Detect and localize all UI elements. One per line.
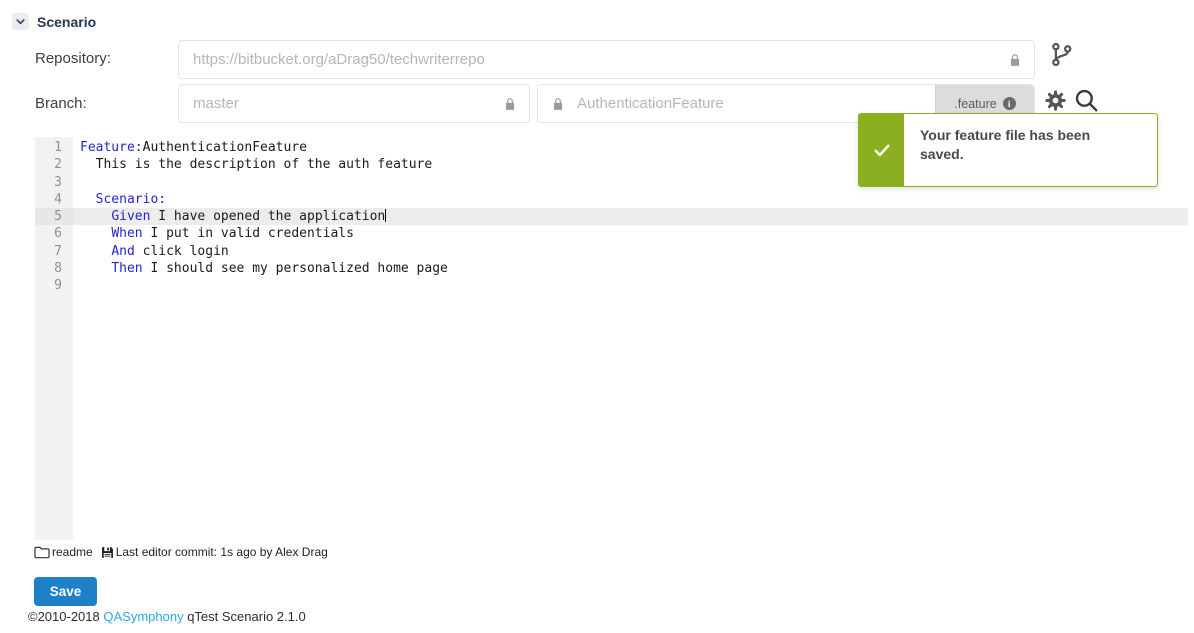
folder-icon <box>34 545 50 559</box>
floppy-icon <box>101 546 114 559</box>
code-text <box>80 192 96 207</box>
line-number: 3 <box>35 174 73 191</box>
text-cursor <box>385 209 386 222</box>
code-text <box>80 226 111 241</box>
last-commit-text: Last editor commit: 1s ago by Alex Drag <box>116 545 328 559</box>
code-line[interactable]: Given I have opened the application <box>73 208 1188 225</box>
line-number: 1 <box>35 139 73 156</box>
code-text <box>80 244 111 259</box>
git-branch-icon[interactable] <box>1048 41 1075 68</box>
code-line[interactable] <box>73 277 1188 294</box>
editor-line[interactable]: 4 Scenario: <box>35 191 1188 208</box>
gherkin-keyword: When <box>111 226 142 241</box>
editor-line[interactable]: 9 <box>35 277 1188 294</box>
code-text: AuthenticationFeature <box>143 140 307 155</box>
editor-status-line: readme Last editor commit: 1s ago by Ale… <box>34 545 328 559</box>
gherkin-keyword: Feature: <box>80 140 143 155</box>
branch-label: Branch: <box>35 95 87 112</box>
gherkin-keyword: Scenario: <box>96 192 166 207</box>
qasymphony-link[interactable]: QASymphony <box>103 609 183 624</box>
save-button[interactable]: Save <box>34 577 97 606</box>
check-icon <box>859 114 904 186</box>
gherkin-keyword: And <box>111 244 134 259</box>
code-editor[interactable]: 1 Feature:AuthenticationFeature 2 This is … <box>35 137 1188 540</box>
repository-input[interactable] <box>179 51 1034 68</box>
app-version-text: qTest Scenario 2.1.0 <box>187 609 306 624</box>
extension-label: .feature <box>954 97 996 111</box>
line-number: 7 <box>35 243 73 260</box>
editor-line[interactable]: 7 And click login <box>35 243 1188 260</box>
lock-icon <box>551 97 565 111</box>
code-line[interactable]: And click login <box>73 243 1188 260</box>
code-text: click login <box>135 244 229 259</box>
code-text <box>80 261 111 276</box>
line-number: 5 <box>35 208 73 225</box>
branch-field <box>178 84 530 123</box>
gear-icon[interactable] <box>1044 89 1067 112</box>
lock-icon <box>503 97 517 116</box>
toast-message: Your feature file has been saved. <box>904 114 1129 186</box>
branch-input[interactable] <box>179 95 529 112</box>
editor-line[interactable]: 6 When I put in valid credentials <box>35 225 1188 242</box>
chevron-down-icon <box>15 16 26 27</box>
search-icon[interactable] <box>1073 87 1099 113</box>
line-number: 8 <box>35 260 73 277</box>
lock-icon <box>1008 53 1022 72</box>
line-number: 9 <box>35 277 73 294</box>
feature-file-input[interactable] <box>565 95 935 112</box>
line-number: 4 <box>35 191 73 208</box>
copyright-text: ©2010-2018 <box>28 609 100 624</box>
gherkin-keyword: Then <box>111 261 142 276</box>
editor-line[interactable]: 8 Then I should see my personalized home… <box>35 260 1188 277</box>
code-text: This is the description of the auth feat… <box>80 157 432 172</box>
code-line[interactable]: Then I should see my personalized home p… <box>73 260 1188 277</box>
footer: ©2010-2018 QASymphony qTest Scenario 2.1… <box>28 609 306 624</box>
repository-label: Repository: <box>35 50 111 67</box>
line-number: 2 <box>35 156 73 173</box>
gherkin-keyword: Given <box>111 209 150 224</box>
repository-field <box>178 40 1035 79</box>
line-number: 6 <box>35 225 73 242</box>
code-text: I should see my personalized home page <box>143 261 448 276</box>
editor-line[interactable]: 5 Given I have opened the application <box>35 208 1188 225</box>
code-text: I put in valid credentials <box>143 226 354 241</box>
code-text <box>80 209 111 224</box>
code-text: I have opened the application <box>150 209 385 224</box>
code-line[interactable]: When I put in valid credentials <box>73 225 1188 242</box>
section-title: Scenario <box>37 14 96 30</box>
info-icon[interactable]: i <box>1003 97 1016 110</box>
toast-notification: Your feature file has been saved. <box>858 113 1158 187</box>
scenario-section-header: Scenario <box>12 13 96 30</box>
code-line[interactable]: Scenario: <box>73 191 1188 208</box>
collapse-section-button[interactable] <box>12 13 29 30</box>
file-name[interactable]: readme <box>52 545 93 559</box>
